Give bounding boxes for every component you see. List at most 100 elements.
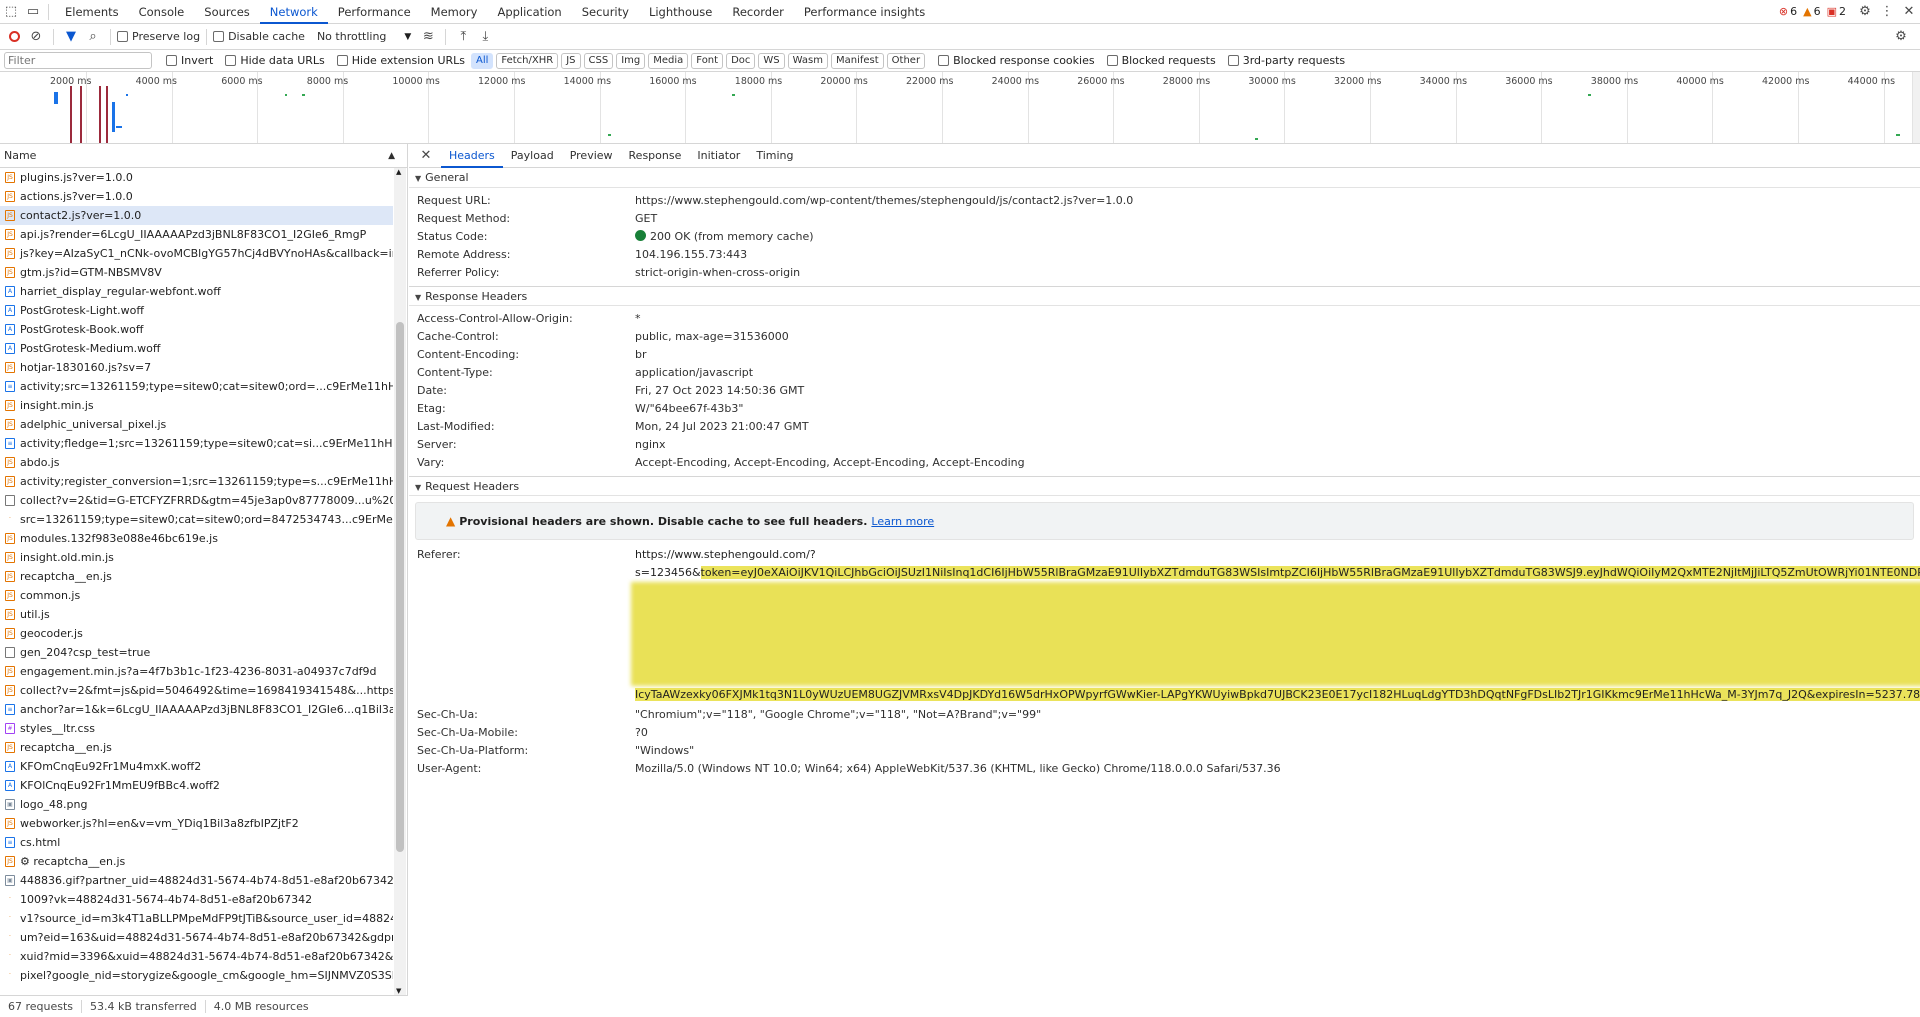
response-headers-section-header[interactable]: ▼ Response Headers — [409, 286, 1920, 306]
issue-counters[interactable]: ⊗ 6 ▲ 6 ▣ 2 — [1779, 5, 1846, 18]
request-row[interactable]: · um?eid=163&uid=48824d31-5674-4b74-8d51-… — [0, 928, 393, 947]
type-filter-font[interactable]: Font — [691, 52, 724, 69]
export-har-icon[interactable]: ⤓ — [474, 26, 496, 48]
type-filter-img[interactable]: Img — [616, 52, 646, 69]
tab-elements[interactable]: Elements — [55, 0, 129, 24]
request-row[interactable]: JS js?key=AIzaSyC1_nCNk-ovoMCBlgYG57hCj4d… — [0, 244, 393, 263]
details-tab-payload[interactable]: Payload — [503, 144, 562, 168]
tab-network[interactable]: Network — [259, 0, 328, 24]
type-filter-ws[interactable]: WS — [758, 52, 785, 69]
request-row[interactable]: # styles__ltr.css — [0, 719, 393, 738]
import-har-icon[interactable]: ⤒ — [452, 26, 474, 48]
disable-cache-checkbox[interactable] — [213, 31, 225, 42]
request-row[interactable]: A KFOlCnqEu92Fr1MmEU9fBBc4.woff2 — [0, 776, 393, 795]
request-row[interactable]: · xuid?mid=3396&xuid=48824d31-5674-4b74-8… — [0, 947, 393, 966]
request-headers-section-header[interactable]: ▼ Request Headers — [409, 476, 1920, 496]
request-row[interactable]: JS insight.old.min.js — [0, 548, 393, 567]
blocked-response-cookies-checkbox[interactable] — [938, 55, 950, 66]
request-row[interactable]: A PostGrotesk-Light.woff — [0, 301, 393, 320]
invert-checkbox[interactable] — [166, 55, 177, 66]
request-row[interactable]: JS recaptcha__en.js — [0, 567, 393, 586]
request-row[interactable]: JS api.js?render=6LcgU_IIAAAAAPzd3jBNL8F8… — [0, 225, 393, 244]
request-row[interactable]: JS gtm.js?id=GTM-NBSMV8V — [0, 263, 393, 282]
request-row[interactable]: JS common.js — [0, 586, 393, 605]
details-tab-response[interactable]: Response — [621, 144, 690, 168]
tab-performance[interactable]: Performance — [328, 0, 421, 24]
search-icon[interactable]: ⌕ — [82, 26, 104, 48]
throttling-select[interactable]: No throttling — [317, 30, 386, 43]
tab-performance-insights[interactable]: Performance insights — [794, 0, 935, 24]
details-tab-initiator[interactable]: Initiator — [689, 144, 748, 168]
request-row[interactable]: gen_204?csp_test=true — [0, 643, 393, 662]
request-row[interactable]: ≡ anchor?ar=1&k=6LcgU_IIAAAAAPzd3jBNL8F83… — [0, 700, 393, 719]
scroll-down-icon[interactable]: ▼ — [396, 987, 401, 995]
request-row[interactable]: ≡ activity;src=13261159;type=sitew0;cat=s… — [0, 377, 393, 396]
inspect-element-icon[interactable]: ⬚ — [0, 1, 22, 23]
record-stop-icon[interactable] — [3, 26, 25, 48]
request-row[interactable]: · src=13261159;type=sitew0;cat=sitew0;ord… — [0, 510, 393, 529]
request-row[interactable]: Aharriet_display_regular-webfont.woff — [0, 282, 393, 301]
request-row[interactable]: ≡ cs.html — [0, 833, 393, 852]
filter-input[interactable] — [4, 52, 152, 69]
type-filter-all[interactable]: All — [471, 52, 494, 69]
request-row[interactable]: collect?v=2&tid=G-ETCFYZFRRD&gtm=45je3ap… — [0, 491, 393, 510]
type-filter-fetchxhr[interactable]: Fetch/XHR — [496, 52, 559, 69]
request-row[interactable]: A PostGrotesk-Medium.woff — [0, 339, 393, 358]
tab-memory[interactable]: Memory — [421, 0, 488, 24]
device-toolbar-icon[interactable]: ▭ — [22, 1, 44, 23]
request-row[interactable]: JS insight.min.js — [0, 396, 393, 415]
learn-more-link[interactable]: Learn more — [871, 515, 934, 528]
request-row[interactable]: JS ⚙ recaptcha__en.js — [0, 852, 393, 871]
type-filter-doc[interactable]: Doc — [726, 52, 756, 69]
request-row[interactable]: · v1?source_id=m3k4T1aBLLPMpeMdFP9tJTiB&s… — [0, 909, 393, 928]
request-row[interactable]: A KFOmCnqEu92Fr1Mu4mxK.woff2 — [0, 757, 393, 776]
type-filter-js[interactable]: JS — [561, 52, 581, 69]
request-row[interactable]: JS engagement.min.js?a=4f7b3b1c-1f23-4236… — [0, 662, 393, 681]
filter-icon[interactable]: ▼ — [60, 26, 82, 48]
request-row[interactable]: JS recaptcha__en.js — [0, 738, 393, 757]
request-row[interactable]: ▣ 448836.gif?partner_uid=48824d31-5674-4b… — [0, 871, 393, 890]
network-overview-timeline[interactable]: 2000 ms 4000 ms 6000 ms 8000 ms 10000 ms 1200… — [0, 72, 1920, 144]
scroll-up-icon[interactable]: ▲ — [396, 168, 401, 176]
request-row[interactable]: · pixel?google_nid=storygize&google_cm&go… — [0, 966, 393, 985]
name-column-header[interactable]: Name ▲ — [0, 144, 407, 168]
type-filter-media[interactable]: Media — [648, 52, 689, 69]
request-row[interactable]: · 1009?vk=48824d31-5674-4b74-8d51-e8af20b… — [0, 890, 393, 909]
request-row[interactable]: A PostGrotesk-Book.woff — [0, 320, 393, 339]
tab-lighthouse[interactable]: Lighthouse — [639, 0, 722, 24]
hide-data-urls-checkbox[interactable] — [225, 55, 237, 66]
request-row[interactable]: JS actions.js?ver=1.0.0 — [0, 187, 393, 206]
tab-console[interactable]: Console — [129, 0, 195, 24]
details-tab-timing[interactable]: Timing — [748, 144, 801, 168]
details-tab-headers[interactable]: Headers — [441, 144, 503, 168]
network-settings-gear-icon[interactable]: ⚙ — [1890, 26, 1912, 48]
close-details-icon[interactable]: ✕ — [415, 145, 437, 167]
tab-sources[interactable]: Sources — [194, 0, 260, 24]
scrollbar-thumb[interactable] — [396, 322, 404, 852]
request-row[interactable]: JS plugins.js?ver=1.0.0 — [0, 168, 393, 187]
request-row[interactable]: JS modules.132f983e088e46bc619e.js — [0, 529, 393, 548]
type-filter-other[interactable]: Other — [886, 52, 926, 69]
type-filter-manifest[interactable]: Manifest — [830, 52, 884, 69]
settings-gear-icon[interactable]: ⚙ — [1854, 1, 1876, 23]
close-icon[interactable]: ✕ — [1898, 1, 1920, 23]
request-row[interactable]: JS contact2.js?ver=1.0.0 — [0, 206, 393, 225]
request-row[interactable]: JS geocoder.js — [0, 624, 393, 643]
third-party-requests-checkbox[interactable] — [1227, 55, 1239, 66]
request-row[interactable]: JS adelphic_universal_pixel.js — [0, 415, 393, 434]
request-row[interactable]: JS collect?v=2&fmt=js&pid=5046492&time=16… — [0, 681, 393, 700]
request-row[interactable]: JS util.js — [0, 605, 393, 624]
request-row[interactable]: JS hotjar-1830160.js?sv=7 — [0, 358, 393, 377]
network-conditions-icon[interactable]: ≋ — [417, 26, 439, 48]
request-row[interactable]: ▣ logo_48.png — [0, 795, 393, 814]
clear-icon[interactable]: ⊘ — [25, 26, 47, 48]
tab-security[interactable]: Security — [572, 0, 639, 24]
preserve-log-checkbox[interactable] — [117, 31, 128, 42]
request-row[interactable]: JS activity;register_conversion=1;src=132… — [0, 472, 393, 491]
tab-application[interactable]: Application — [487, 0, 571, 24]
request-row[interactable]: JS abdo.js — [0, 453, 393, 472]
blocked-requests-checkbox[interactable] — [1106, 55, 1118, 66]
request-list-scrollbar[interactable]: ▲ ▼ — [394, 168, 406, 995]
request-row[interactable]: ≡ activity;fledge=1;src=13261159;type=sit… — [0, 434, 393, 453]
type-filter-wasm[interactable]: Wasm — [787, 52, 828, 69]
